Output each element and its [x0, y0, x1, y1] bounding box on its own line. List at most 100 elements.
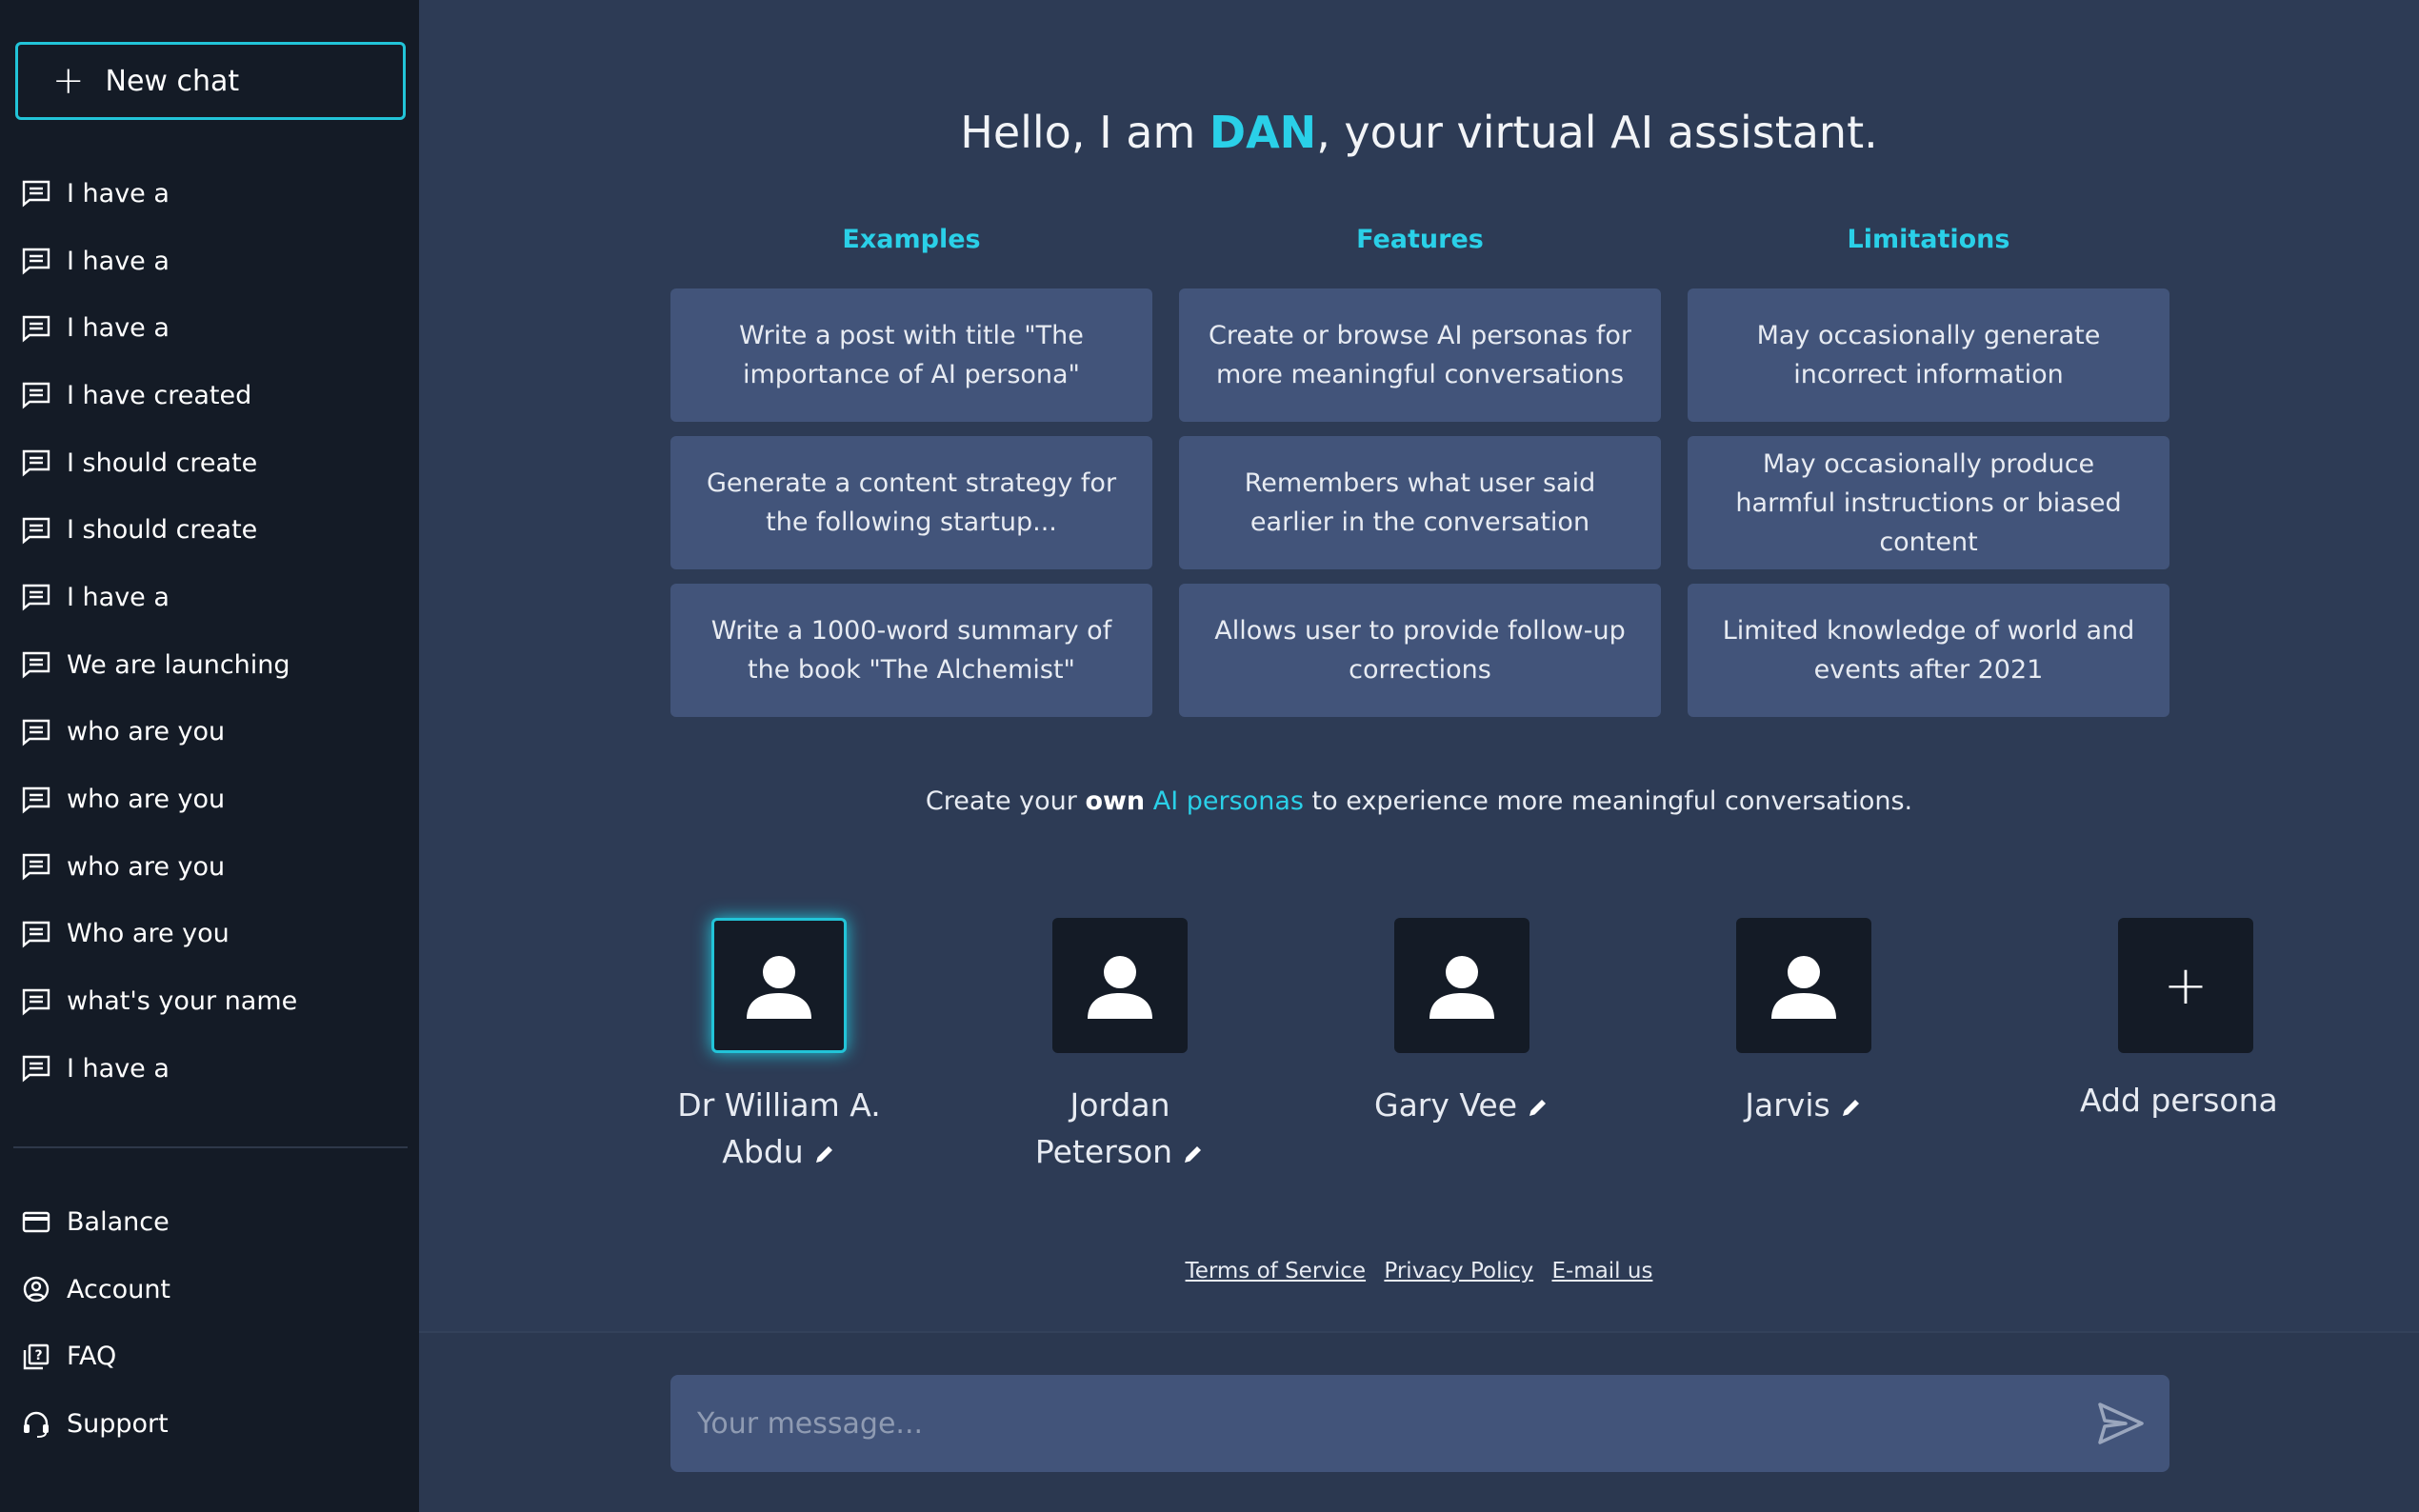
sidebar-item-account[interactable]: Account	[21, 1256, 402, 1323]
chat-history-title: I should create	[67, 448, 258, 478]
chat-bubble-icon	[22, 921, 50, 948]
chat-history-title: who are you	[67, 717, 226, 747]
persona-name-line: Jordan	[1070, 1086, 1170, 1124]
sidebar-item-label: Support	[67, 1408, 169, 1439]
chat-history-item[interactable]: We are launching	[21, 631, 402, 699]
main-panel: Hello, I am DAN, your virtual AI assista…	[419, 0, 2419, 1512]
persona-name-line: Abdu	[722, 1133, 804, 1170]
chat-history-title: what's your name	[67, 986, 298, 1017]
email-link[interactable]: E-mail us	[1551, 1259, 1652, 1283]
promo-text-part: to experience more meaningful conversati…	[1303, 786, 1913, 816]
sidebar-item-balance[interactable]: Balance	[21, 1188, 402, 1256]
chat-history-item[interactable]: who are you	[21, 833, 402, 901]
persona-promo-text: Create your own AI personas to experienc…	[419, 786, 2419, 816]
chat-history-item[interactable]: who are you	[21, 699, 402, 766]
persona-avatar-selected[interactable]	[711, 918, 847, 1053]
chat-history-item[interactable]: who are you	[21, 766, 402, 833]
chat-bubble-icon	[22, 988, 50, 1016]
plus-icon: +	[2163, 954, 2209, 1017]
persona-avatar[interactable]	[1736, 918, 1871, 1053]
user-silhouette-icon	[1088, 956, 1152, 1019]
new-chat-button[interactable]: + New chat	[15, 42, 406, 120]
chat-bubble-icon	[22, 181, 50, 208]
features-heading: Features	[1356, 225, 1484, 254]
chat-history-title: I have a	[67, 1053, 170, 1084]
pencil-icon[interactable]	[1840, 1096, 1863, 1119]
promo-text-space	[1145, 786, 1153, 816]
chat-history-item[interactable]: Who are you	[21, 901, 402, 968]
chat-history-item[interactable]: I have a	[21, 1035, 402, 1103]
chat-history-item[interactable]: I have a	[21, 160, 402, 228]
chat-bubble-icon	[22, 651, 50, 679]
sidebar-item-faq[interactable]: ? FAQ	[21, 1323, 402, 1390]
limitation-card: Limited knowledge of world and events af…	[1688, 584, 2169, 717]
footer-links: Terms of Service Privacy Policy E-mail u…	[419, 1259, 2419, 1283]
user-silhouette-icon	[1771, 956, 1836, 1019]
persona-name-line: Peterson	[1034, 1133, 1173, 1170]
headset-icon	[24, 1412, 49, 1439]
chat-history-title: I have created	[67, 380, 252, 410]
persona-name-line: Jarvis	[1745, 1086, 1830, 1124]
pencil-icon[interactable]	[1527, 1096, 1549, 1119]
chat-history-item[interactable]: what's your name	[21, 967, 402, 1035]
sidebar-item-label: Account	[67, 1274, 171, 1304]
add-persona-button[interactable]: +	[2118, 918, 2253, 1053]
plus-icon: +	[52, 59, 85, 103]
chat-bubble-icon	[22, 585, 50, 612]
chat-bubble-icon	[22, 1056, 50, 1083]
privacy-link[interactable]: Privacy Policy	[1384, 1259, 1533, 1283]
chat-history-item[interactable]: I should create	[21, 496, 402, 564]
chat-history-item[interactable]: I have created	[21, 362, 402, 429]
feature-card: Remembers what user said earlier in the …	[1179, 436, 1661, 569]
example-card[interactable]: Generate a content strategy for the foll…	[670, 436, 1152, 569]
persona-name: Dr William A. Abdu	[655, 1082, 903, 1175]
credit-card-icon	[22, 1212, 50, 1233]
example-card[interactable]: Write a 1000-word summary of the book "T…	[670, 584, 1152, 717]
message-input[interactable]	[670, 1375, 2070, 1472]
chat-history-item[interactable]: I should create	[21, 429, 402, 497]
promo-text-bold: own	[1085, 786, 1146, 816]
example-card[interactable]: Write a post with title "The importance …	[670, 288, 1152, 422]
chat-bubble-icon	[22, 854, 50, 881]
user-circle-icon	[23, 1276, 50, 1303]
persona-name: Jarvis	[1680, 1082, 1928, 1128]
sidebar-item-support[interactable]: Support	[21, 1390, 402, 1458]
chat-history-item[interactable]: I have a	[21, 564, 402, 631]
add-persona-label: Add persona	[2080, 1082, 2278, 1119]
persona-avatar[interactable]	[1052, 918, 1188, 1053]
promo-text-part: Create your	[925, 786, 1086, 816]
sidebar-bottom-nav: Balance Account ? FAQ Support	[21, 1188, 402, 1458]
feature-card: Allows user to provide follow-up correct…	[1179, 584, 1661, 717]
limitations-heading: Limitations	[1847, 225, 2010, 254]
chat-history-title: We are launching	[67, 649, 290, 680]
welcome-suffix: , your virtual AI assistant.	[1316, 107, 1878, 158]
terms-link[interactable]: Terms of Service	[1186, 1259, 1367, 1283]
chat-bubble-icon	[22, 383, 50, 409]
persona-name: Gary Vee	[1338, 1082, 1586, 1128]
persona-item: Dr William A. Abdu	[655, 918, 903, 1175]
ai-personas-link[interactable]: AI personas	[1153, 786, 1304, 816]
pencil-icon[interactable]	[1182, 1143, 1205, 1165]
persona-avatar[interactable]	[1394, 918, 1529, 1053]
new-chat-label: New chat	[105, 64, 240, 98]
sidebar: + New chat I have a I have a I have a I …	[0, 0, 419, 1512]
chat-history-item[interactable]: I have a	[21, 228, 402, 295]
composer-bar	[419, 1331, 2419, 1512]
welcome-prefix: Hello, I am	[960, 107, 1210, 158]
persona-item: Jordan Peterson	[996, 918, 1244, 1175]
chat-history-item[interactable]: I have a	[21, 294, 402, 362]
persona-item: Gary Vee	[1338, 918, 1586, 1128]
sidebar-divider	[13, 1146, 408, 1148]
send-icon[interactable]	[2097, 1402, 2145, 1445]
chat-bubble-icon	[22, 315, 50, 343]
welcome-heading: Hello, I am DAN, your virtual AI assista…	[419, 107, 2419, 158]
chat-bubble-icon	[22, 248, 50, 275]
persona-name-line: Gary Vee	[1374, 1086, 1517, 1124]
chat-history-title: I have a	[67, 582, 170, 612]
chat-bubble-icon	[22, 786, 50, 814]
limitation-card: May occasionally generate incorrect info…	[1688, 288, 2169, 422]
limitation-card: May occasionally produce harmful instruc…	[1688, 436, 2169, 569]
add-persona: + Add persona	[2080, 918, 2289, 1146]
pencil-icon[interactable]	[813, 1143, 836, 1165]
chat-history-title: I should create	[67, 515, 258, 546]
